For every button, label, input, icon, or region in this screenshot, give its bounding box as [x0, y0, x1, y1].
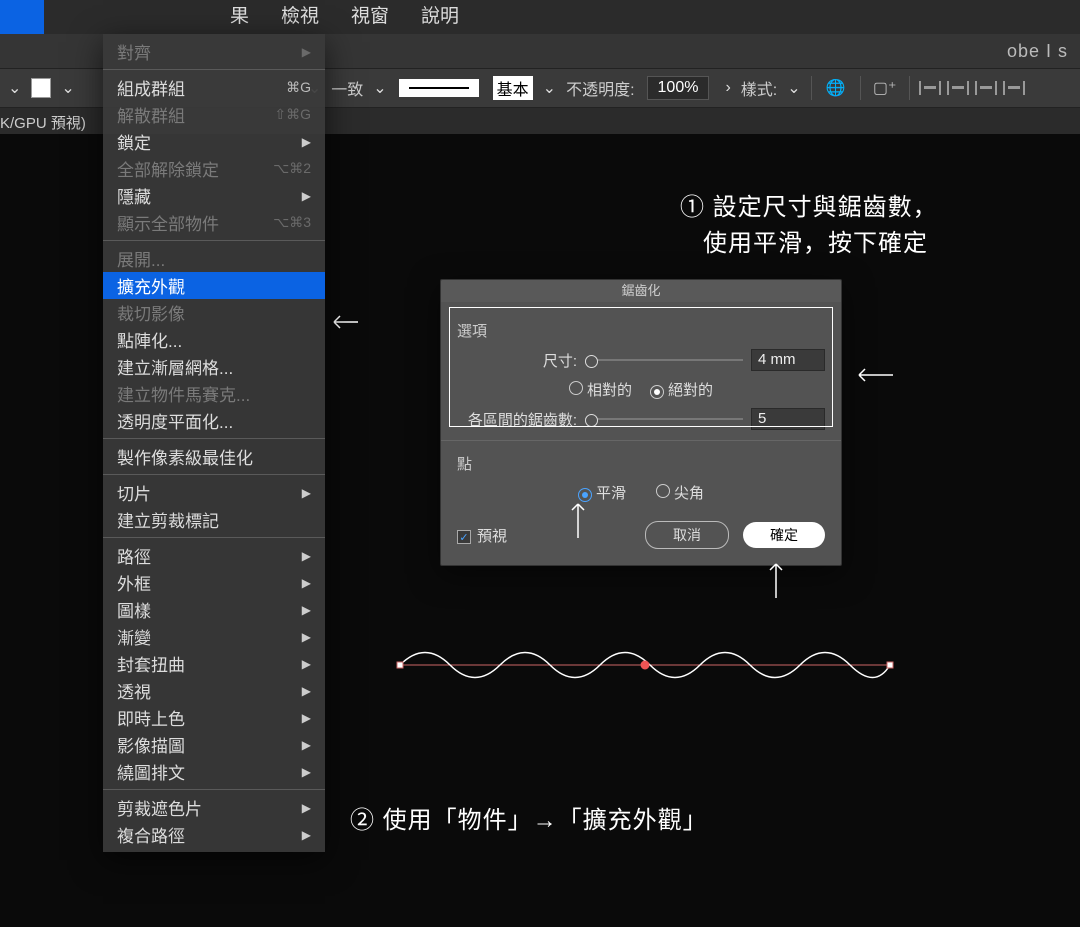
options-section-label: 選項	[457, 320, 825, 341]
menu-item[interactable]: 點陣化...	[103, 326, 325, 353]
menu-item[interactable]: 建立剪裁標記	[103, 506, 325, 533]
menu-item[interactable]: 剪裁遮色片▶	[103, 794, 325, 821]
opacity-label: 不透明度:	[566, 76, 634, 100]
dropdown-icon[interactable]: ⌄	[61, 78, 74, 98]
menu-item[interactable]: 複合路徑▶	[103, 821, 325, 848]
size-value[interactable]: 4 mm	[751, 349, 825, 371]
object-menu: 對齊▶ 組成群組⌘G解散群組⇧⌘G鎖定▶全部解除鎖定⌥⌘2隱藏▶顯示全部物件⌥⌘3…	[103, 34, 325, 852]
align-icon[interactable]	[975, 81, 997, 95]
menu-item[interactable]: 隱藏▶	[103, 182, 325, 209]
menu-item: 建立物件馬賽克...	[103, 380, 325, 407]
uniform-label: 一致	[331, 76, 363, 100]
menu-item[interactable]: 封套扭曲▶	[103, 650, 325, 677]
stroke-preview[interactable]	[399, 79, 479, 97]
menubar-item-help[interactable]: 說明	[405, 0, 475, 34]
menu-item: 全部解除鎖定⌥⌘2	[103, 155, 325, 182]
arrow-icon	[857, 365, 897, 385]
brand-text: obe I s	[1007, 41, 1068, 62]
menu-item[interactable]: 漸變▶	[103, 623, 325, 650]
menu-item[interactable]: 路徑▶	[103, 542, 325, 569]
points-section-label: 點	[457, 453, 825, 474]
dropdown-icon[interactable]: ⌄	[373, 78, 386, 98]
size-slider[interactable]	[585, 353, 743, 367]
doc-setup-icon[interactable]: ▢⁺	[871, 74, 899, 102]
menubar-item-effect[interactable]: 果	[214, 0, 265, 34]
corner-radio[interactable]: 尖角	[656, 482, 704, 503]
document-tab[interactable]: K/GPU 預視)	[0, 112, 86, 133]
absolute-radio[interactable]: 絕對的	[650, 379, 713, 400]
dialog-title: 鋸齒化	[441, 280, 841, 302]
dropdown-icon[interactable]: ⌄	[543, 78, 556, 98]
align-icon[interactable]	[1003, 81, 1025, 95]
menu-item[interactable]: 繞圖排文▶	[103, 758, 325, 785]
menu-item[interactable]: 透視▶	[103, 677, 325, 704]
menu-item: 裁切影像	[103, 299, 325, 326]
menu-item[interactable]: 組成群組⌘G	[103, 74, 325, 101]
align-icon[interactable]	[947, 81, 969, 95]
ok-button[interactable]: 確定	[743, 522, 825, 548]
arrow-icon	[766, 560, 786, 600]
opacity-value[interactable]: 100%	[647, 76, 710, 100]
menu-item[interactable]: 影像描圖▶	[103, 731, 325, 758]
menu-item[interactable]: 即時上色▶	[103, 704, 325, 731]
menubar-item-object[interactable]	[0, 0, 44, 34]
menu-item[interactable]: 切片▶	[103, 479, 325, 506]
size-label: 尺寸:	[457, 350, 577, 371]
menu-item: 對齊▶	[103, 38, 325, 65]
menu-item[interactable]: 擴充外觀	[103, 272, 325, 299]
menu-item[interactable]: 透明度平面化...	[103, 407, 325, 434]
preview-checkbox[interactable]: 預視	[457, 525, 507, 546]
dropdown-icon[interactable]: ⌄	[787, 78, 800, 98]
menubar-item-window[interactable]: 視窗	[335, 0, 405, 34]
style-label: 樣式:	[741, 76, 777, 100]
dropdown-icon[interactable]: ⌄	[8, 78, 21, 98]
menubar-item-view[interactable]: 檢視	[265, 0, 335, 34]
fill-swatch[interactable]	[31, 78, 51, 98]
arrow-icon	[568, 500, 588, 540]
menu-item[interactable]: 製作像素級最佳化	[103, 443, 325, 470]
basic-label: 基本	[493, 76, 533, 100]
ridges-value[interactable]: 5	[751, 408, 825, 430]
relative-radio[interactable]: 相對的	[569, 379, 632, 400]
menubar: 果 檢視 視窗 說明	[0, 0, 1080, 34]
menu-item: 顯示全部物件⌥⌘3	[103, 209, 325, 236]
chevron-right-icon[interactable]: ›	[725, 79, 730, 97]
menu-item[interactable]: 鎖定▶	[103, 128, 325, 155]
ridges-slider[interactable]	[585, 412, 743, 426]
cancel-button[interactable]: 取消	[645, 521, 729, 549]
menu-item[interactable]: 外框▶	[103, 569, 325, 596]
wave-path-preview	[395, 635, 895, 695]
zigzag-dialog: 鋸齒化 選項 尺寸: 4 mm 相對的 絕對的 各區間的鋸齒數: 5 點 平滑 …	[440, 279, 842, 566]
ridges-label: 各區間的鋸齒數:	[457, 409, 577, 430]
globe-icon[interactable]: 🌐	[822, 74, 850, 102]
instruction-step1: ① 設定尺寸與鋸齒數， 使用平滑，按下確定	[680, 190, 938, 262]
align-icon[interactable]	[919, 81, 941, 95]
menu-item[interactable]: 建立漸層網格...	[103, 353, 325, 380]
instruction-step2: ② 使用「物件」→「擴充外觀」	[350, 800, 708, 835]
arrow-icon	[330, 312, 360, 332]
menu-item: 展開...	[103, 245, 325, 272]
menu-item: 解散群組⇧⌘G	[103, 101, 325, 128]
menu-item[interactable]: 圖樣▶	[103, 596, 325, 623]
